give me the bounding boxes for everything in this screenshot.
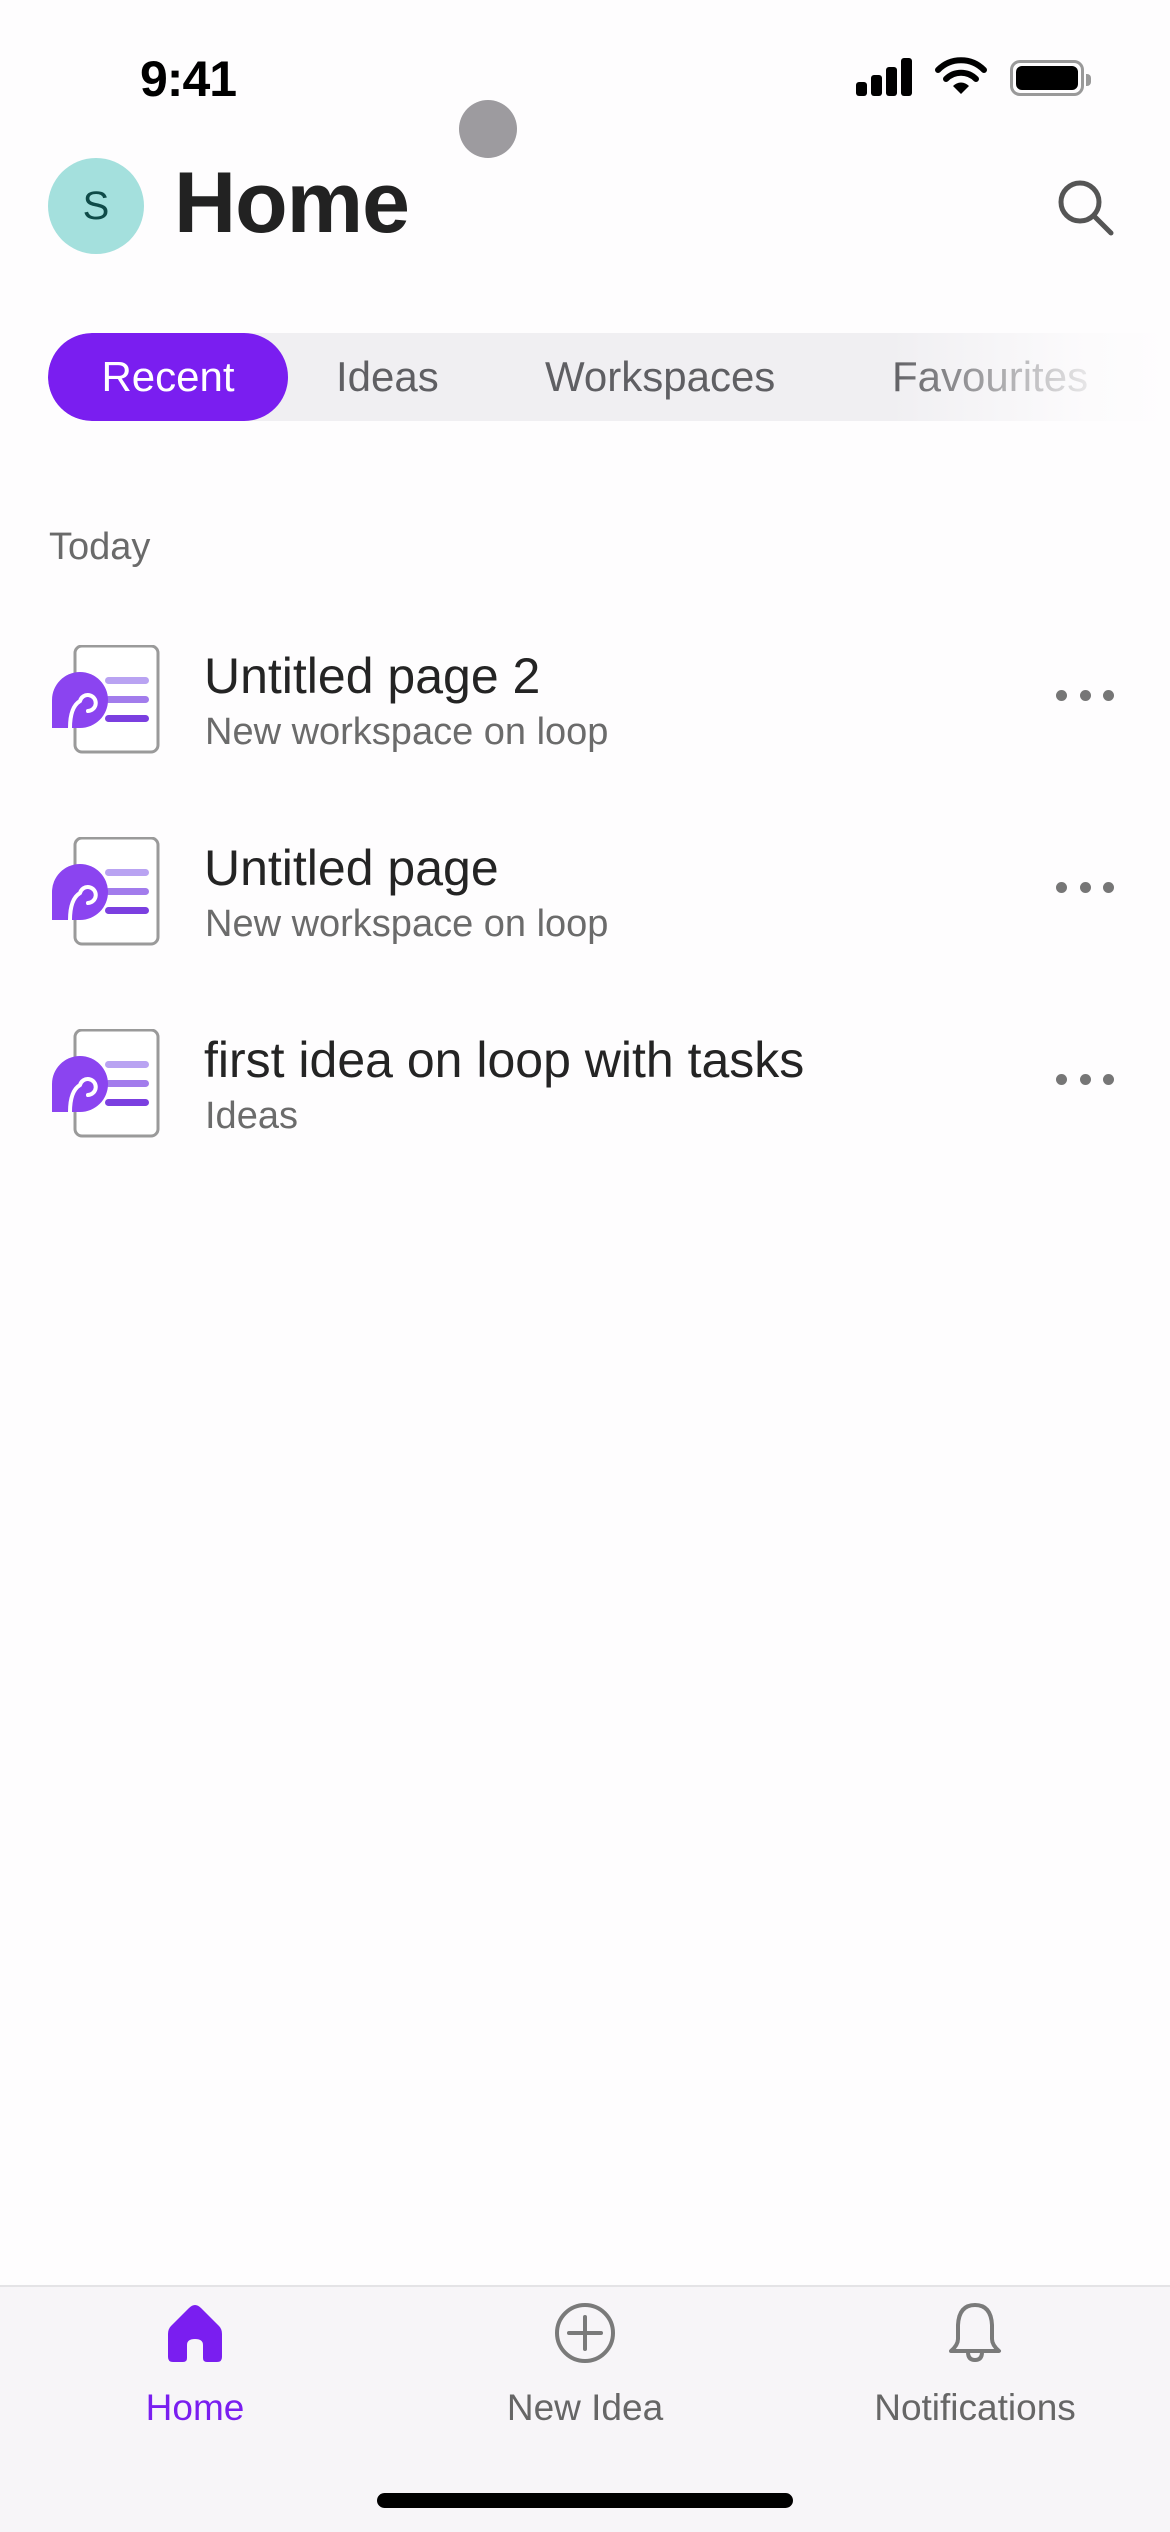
more-horizontal-icon-dot: [1056, 689, 1067, 701]
more-horizontal-icon-dot: [1103, 881, 1114, 893]
nav-label: Notifications: [874, 2387, 1076, 2428]
more-horizontal-icon-dot: [1056, 881, 1067, 893]
loop-page-icon: [52, 837, 160, 946]
tab-recent[interactable]: Recent: [48, 333, 288, 421]
nav-label: Home: [145, 2387, 245, 2428]
tab-favourites[interactable]: Favourites: [892, 333, 1088, 421]
home-indicator[interactable]: [377, 2493, 793, 2508]
tab-workspaces[interactable]: Workspaces: [545, 333, 775, 421]
plus-circle-icon: [555, 2303, 615, 2363]
more-horizontal-icon-dot: [1079, 881, 1091, 893]
more-options-button[interactable]: [1052, 875, 1118, 899]
avatar-initial: S: [82, 183, 110, 228]
more-horizontal-icon-dot: [1103, 1073, 1114, 1085]
item-title: Untitled page: [204, 840, 499, 896]
section-label-today: Today: [49, 526, 151, 568]
tab-label: Favourites: [892, 353, 1089, 400]
item-subtitle: Ideas: [205, 1095, 298, 1137]
battery-icon: [1010, 60, 1091, 96]
list-item[interactable]: first idea on loop with tasks Ideas: [0, 1029, 1170, 1179]
search-icon: [1058, 180, 1114, 236]
item-title: first idea on loop with tasks: [204, 1032, 805, 1088]
cellular-signal-icon: [854, 56, 914, 96]
item-title: Untitled page 2: [204, 648, 541, 704]
avatar[interactable]: S: [48, 158, 144, 254]
bell-icon: [949, 2303, 1001, 2363]
status-time: 9:41: [140, 51, 237, 107]
nav-home[interactable]: Home: [45, 2301, 345, 2441]
tab-label: Ideas: [336, 353, 439, 400]
list-item[interactable]: Untitled page 2 New workspace on loop: [0, 645, 1170, 795]
item-subtitle: New workspace on loop: [205, 711, 609, 753]
page-title: Home: [174, 155, 410, 251]
tab-ideas[interactable]: Ideas: [336, 333, 439, 421]
nav-notifications[interactable]: Notifications: [825, 2301, 1125, 2441]
home-icon: [168, 2305, 222, 2362]
camera-indicator-dot: [459, 100, 517, 158]
tab-label: Recent: [101, 353, 235, 400]
more-horizontal-icon-dot: [1056, 1073, 1067, 1085]
wifi-icon: [935, 57, 987, 94]
item-subtitle: New workspace on loop: [205, 903, 609, 945]
filter-tabs: Recent Ideas Workspaces Favourites: [48, 333, 1170, 421]
loop-home-screen: 9:41 S Home Recent Ideas Workspaces Favo…: [0, 0, 1170, 2532]
nav-new-idea[interactable]: New Idea: [435, 2301, 735, 2441]
more-horizontal-icon-dot: [1079, 689, 1091, 701]
more-horizontal-icon-dot: [1079, 1073, 1091, 1085]
nav-label: New Idea: [506, 2387, 664, 2428]
more-options-button[interactable]: [1052, 683, 1118, 707]
more-options-button[interactable]: [1052, 1067, 1118, 1091]
loop-page-icon: [52, 645, 160, 754]
tab-label: Workspaces: [545, 353, 776, 400]
search-button[interactable]: [1050, 172, 1120, 242]
more-horizontal-icon-dot: [1103, 689, 1114, 701]
list-item[interactable]: Untitled page New workspace on loop: [0, 837, 1170, 987]
loop-page-icon: [52, 1029, 160, 1138]
